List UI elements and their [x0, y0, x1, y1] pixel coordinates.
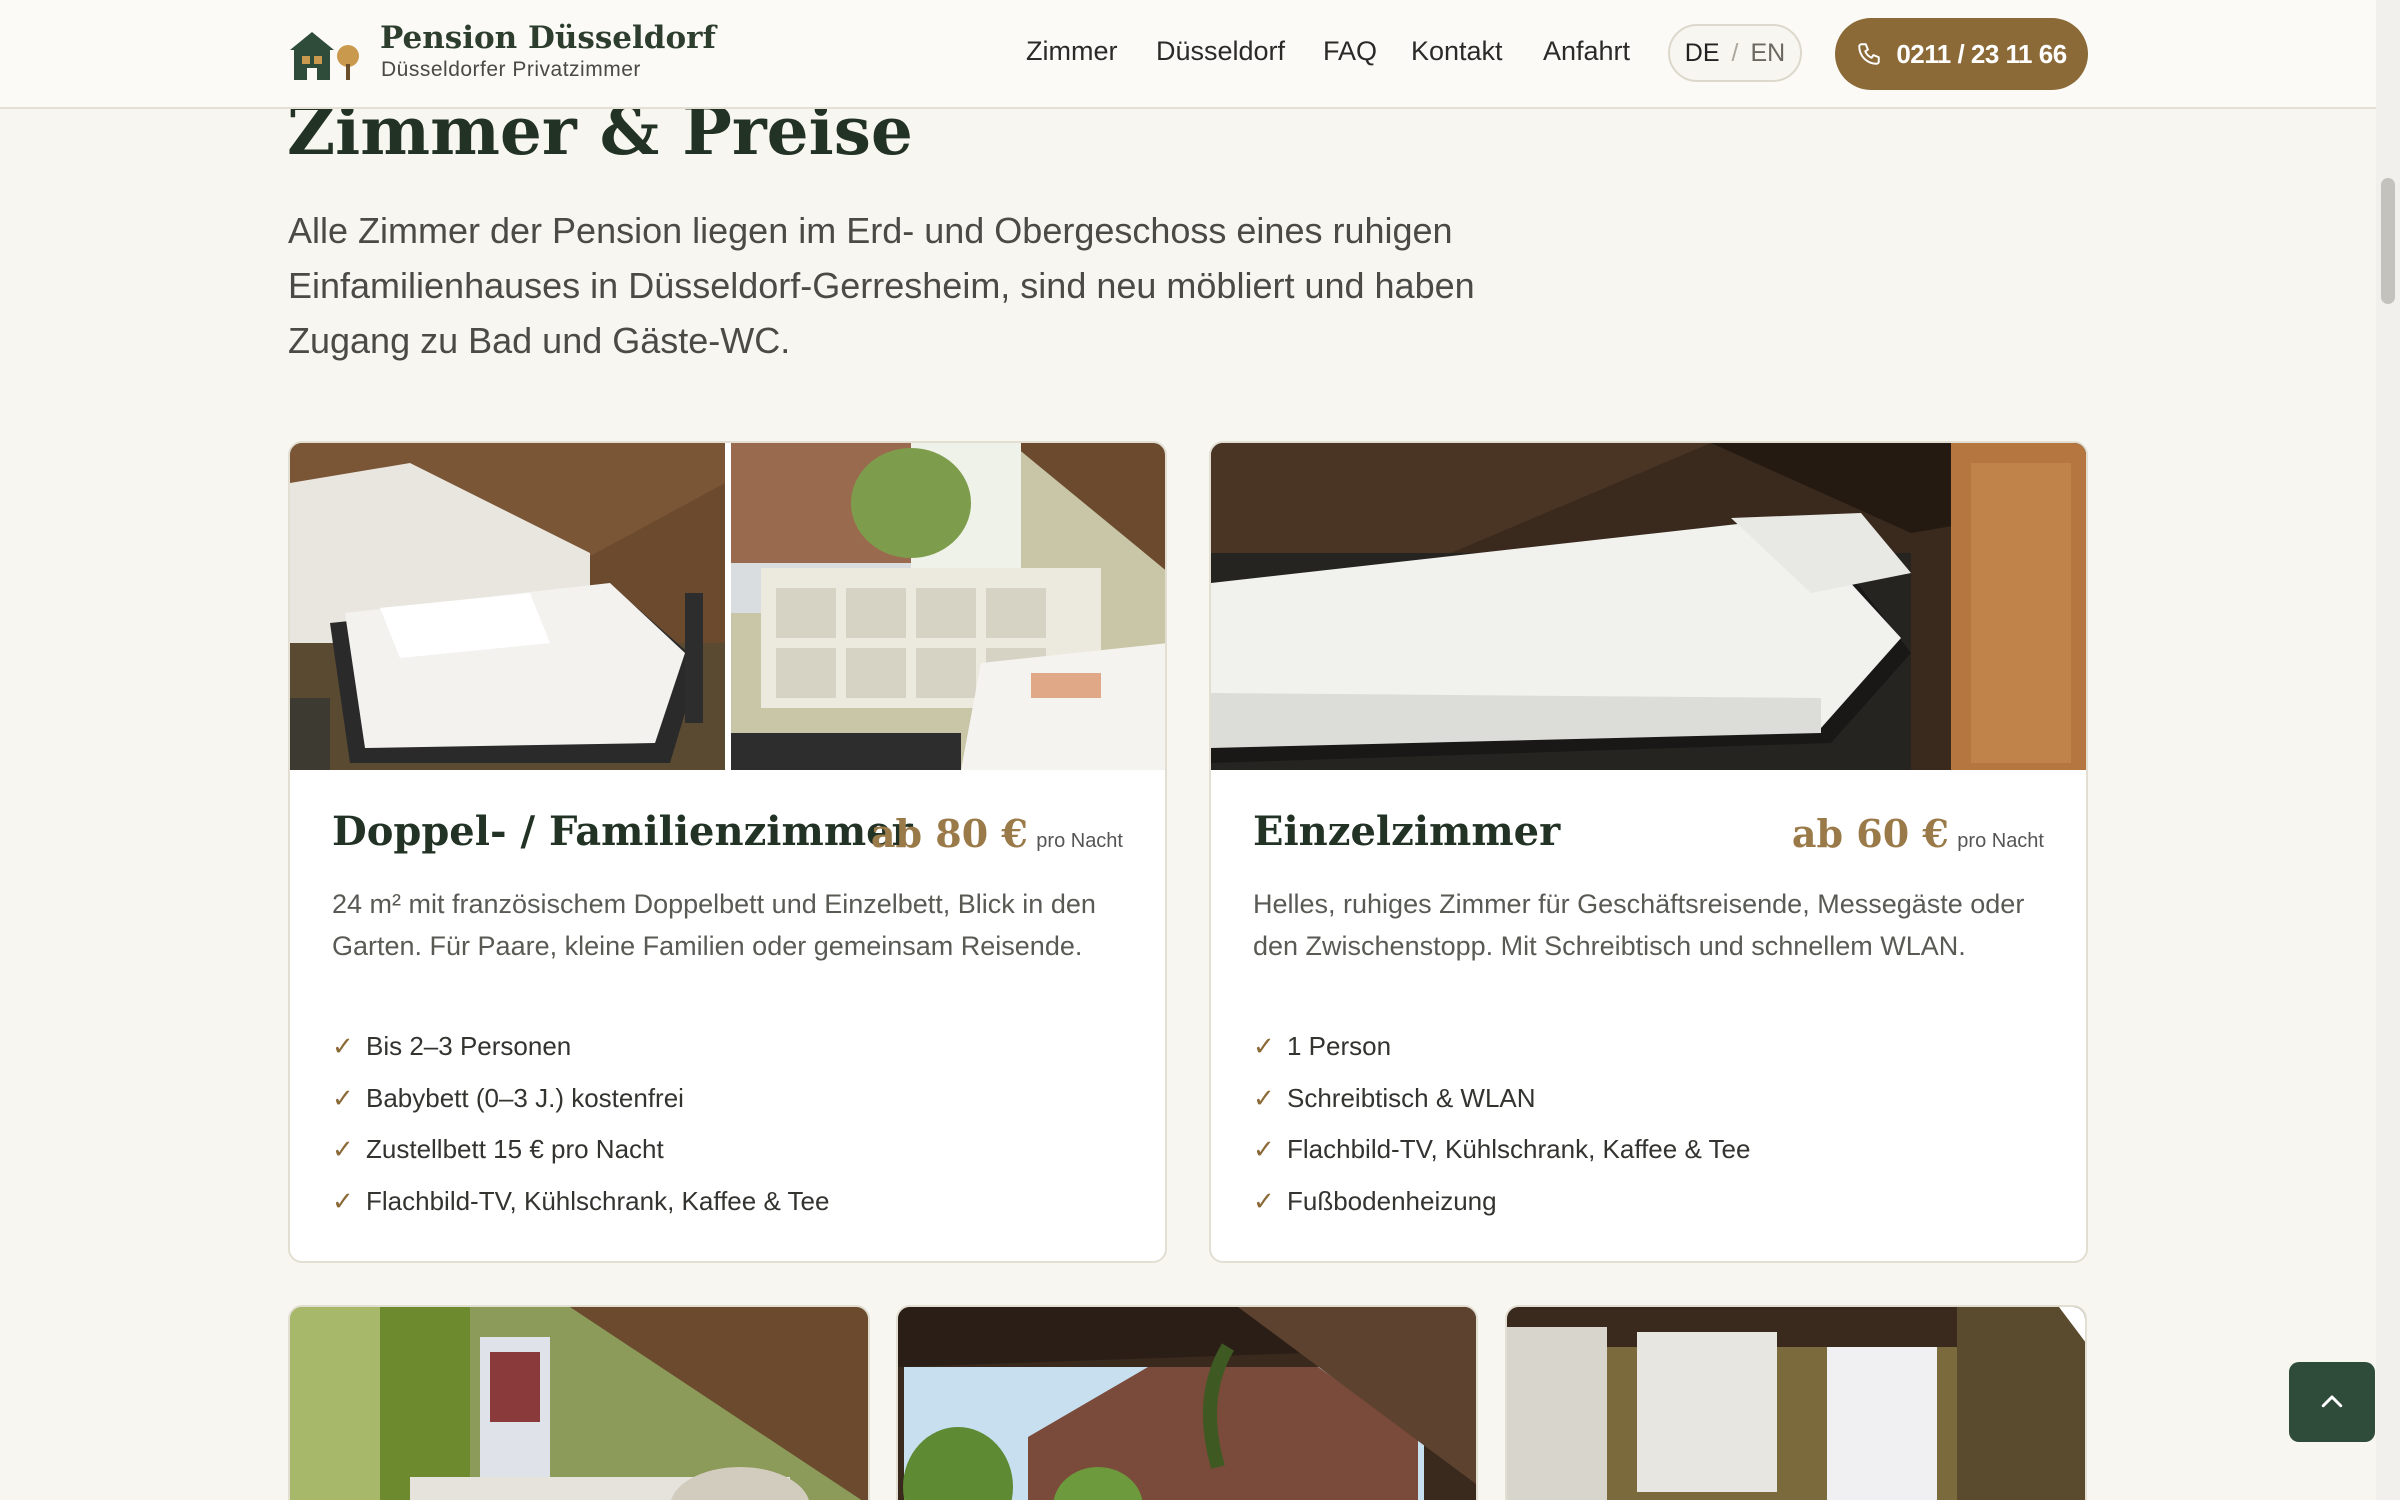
house-logo-icon[interactable]	[288, 26, 362, 82]
nav-zimmer[interactable]: Zimmer	[1026, 36, 1117, 67]
phone-number: 0211 / 23 11 66	[1896, 38, 2067, 69]
feature-label: Babybett (0–3 J.) kostenfrei	[366, 1082, 684, 1113]
feature-item: ✓ Babybett (0–3 J.) kostenfrei	[332, 1073, 829, 1125]
feature-label: Bis 2–3 Personen	[366, 1031, 572, 1062]
check-icon: ✓	[332, 1185, 354, 1216]
nav-anfahrt[interactable]: Anfahrt	[1543, 36, 1630, 67]
price-amount: ab 60 €	[1791, 811, 1949, 856]
feature-label: Flachbild-TV, Kühlschrank, Kaffee & Tee	[366, 1185, 830, 1216]
site-header: Pension Düsseldorf Düsseldorfer Privatzi…	[0, 0, 2376, 109]
feature-item: ✓ Zustellbett 15 € pro Nacht	[332, 1124, 829, 1176]
gallery-photo-bathroom[interactable]	[1505, 1305, 2087, 1500]
price-unit: pro Nacht	[1957, 830, 2044, 852]
feature-item: ✓ Bis 2–3 Personen	[332, 1021, 829, 1073]
check-icon: ✓	[1253, 1185, 1275, 1216]
lang-de[interactable]: DE	[1685, 39, 1720, 68]
lang-en[interactable]: EN	[1750, 39, 1785, 68]
check-icon: ✓	[1253, 1082, 1275, 1113]
feature-label: 1 Person	[1287, 1031, 1392, 1062]
price-unit: pro Nacht	[1036, 830, 1123, 852]
room-card-double: Doppel- / Familienzimmer ab 80 € pro Nac…	[288, 441, 1167, 1263]
gallery-photo-window-view[interactable]	[896, 1305, 1478, 1500]
check-icon: ✓	[1253, 1031, 1275, 1062]
room-description: 24 m² mit französischem Doppelbett und E…	[332, 889, 1096, 961]
feature-list: ✓ Bis 2–3 Personen ✓ Babybett (0–3 J.) kos…	[332, 1021, 829, 1227]
room-photo-double-bed[interactable]	[290, 443, 725, 770]
back-to-top-button[interactable]	[2289, 1362, 2375, 1442]
price-amount: ab 80 €	[870, 811, 1028, 856]
nav-kontakt[interactable]: Kontakt	[1411, 36, 1503, 67]
feature-item: ✓ Schreibtisch & WLAN	[1253, 1073, 1750, 1125]
feature-item: ✓ Flachbild-TV, Kühlschrank, Kaffee & Tee	[1253, 1124, 1750, 1176]
room-card-single: Einzelzimmer ab 60 € pro Nacht Helles, r…	[1209, 441, 2088, 1263]
phone-icon	[1858, 43, 1881, 65]
check-icon: ✓	[1253, 1134, 1275, 1165]
check-icon: ✓	[332, 1082, 354, 1113]
feature-label: Fußbodenheizung	[1287, 1185, 1497, 1216]
room-price: ab 60 € pro Nacht	[1792, 811, 2044, 856]
feature-list: ✓ 1 Person ✓ Schreibtisch & WLAN ✓ Flachbil…	[1253, 1021, 1750, 1227]
nav-duesseldorf[interactable]: Düsseldorf	[1156, 36, 1285, 67]
feature-item: ✓ Fußbodenheizung	[1253, 1176, 1750, 1228]
room-name: Einzelzimmer	[1253, 808, 1561, 855]
room-photo-single-bed[interactable]	[1211, 443, 2086, 770]
nav-faq[interactable]: FAQ	[1323, 36, 1377, 67]
lang-separator: /	[1731, 38, 1739, 67]
check-icon: ✓	[332, 1134, 354, 1165]
feature-label: Zustellbett 15 € pro Nacht	[366, 1134, 664, 1165]
page: Pension Düsseldorf Düsseldorfer Privatzi…	[0, 0, 2400, 1500]
language-switcher: DE / EN	[1668, 24, 1802, 82]
feature-label: Flachbild-TV, Kühlschrank, Kaffee & Tee	[1287, 1134, 1751, 1165]
gallery-photo-window-desk[interactable]	[288, 1305, 870, 1500]
chevron-up-icon	[2321, 1395, 2343, 1408]
brand-subtitle: Düsseldorfer Privatzimmer	[381, 58, 641, 81]
intro-text: Alle Zimmer der Pension liegen im Erd- u…	[288, 210, 1475, 361]
phone-button[interactable]: 0211 / 23 11 66	[1835, 18, 2088, 90]
room-photo-double-window[interactable]	[731, 443, 1165, 770]
room-description: Helles, ruhiges Zimmer für Geschäftsreis…	[1253, 889, 2025, 961]
feature-label: Schreibtisch & WLAN	[1287, 1082, 1536, 1113]
room-price: ab 80 € pro Nacht	[871, 811, 1123, 856]
feature-item: ✓ 1 Person	[1253, 1021, 1750, 1073]
check-icon: ✓	[332, 1031, 354, 1062]
room-name: Doppel- / Familienzimmer	[332, 808, 913, 855]
brand-name[interactable]: Pension Düsseldorf	[380, 20, 716, 56]
scrollbar-thumb[interactable]	[2381, 178, 2395, 304]
feature-item: ✓ Flachbild-TV, Kühlschrank, Kaffee & Tee	[332, 1176, 829, 1228]
page-scrollbar[interactable]	[2376, 0, 2400, 1500]
